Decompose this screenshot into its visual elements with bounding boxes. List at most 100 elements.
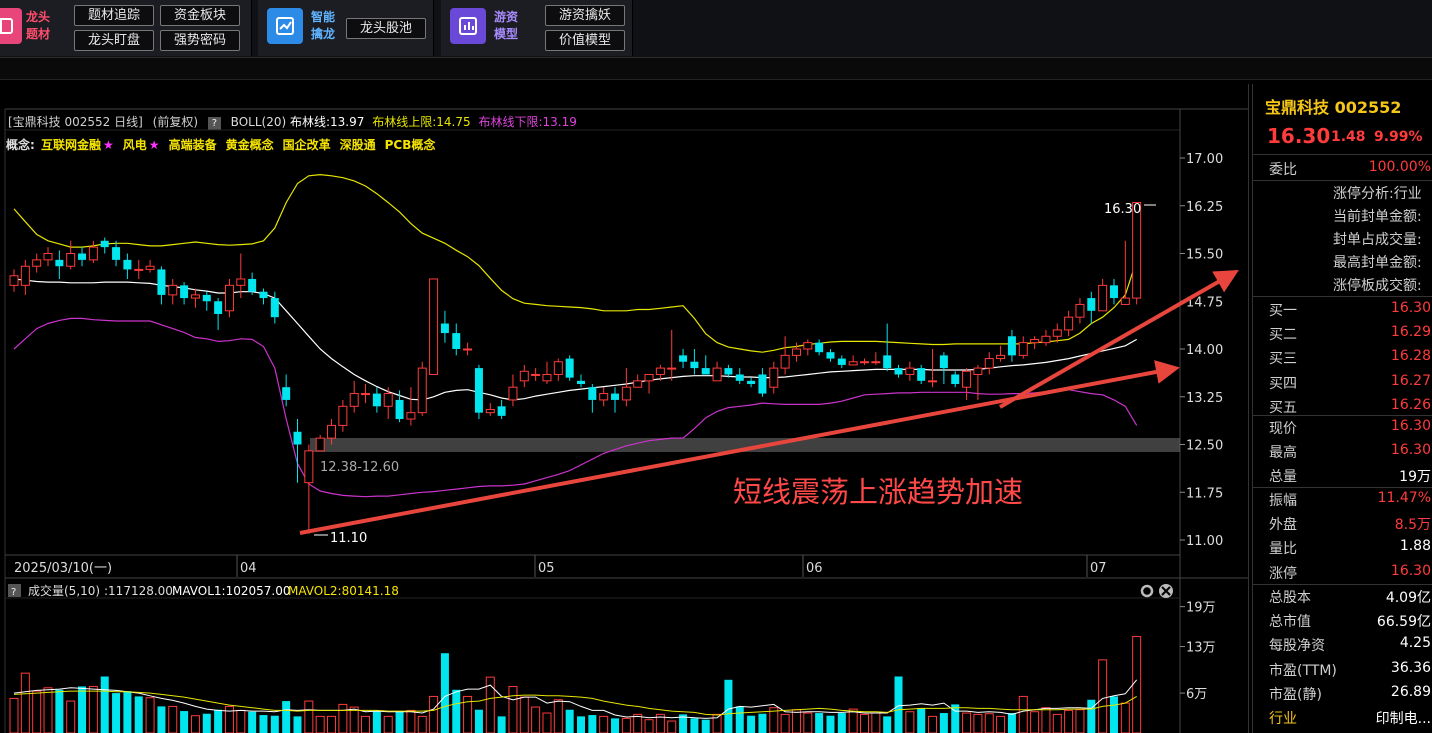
candle-body — [315, 437, 325, 452]
limit-up-analysis-item: 当前封单金额: — [1333, 209, 1422, 225]
weibi-value: 100.00% — [1368, 159, 1431, 175]
candle-body — [248, 278, 257, 292]
volume-bar — [917, 708, 926, 733]
candle-body — [962, 370, 972, 388]
volume-bar — [1098, 659, 1108, 733]
candle-body — [621, 386, 631, 401]
volume-bar — [214, 709, 223, 733]
candle-body — [791, 348, 801, 356]
quote-stat-row-label: 外盘 — [1269, 517, 1297, 534]
volume-bar — [1087, 699, 1096, 733]
candle-body — [440, 323, 449, 334]
fundamental-row: 总市值 66.59亿 — [1253, 608, 1432, 632]
volume-bar — [826, 715, 835, 733]
date-tick-label: 05 — [538, 561, 555, 576]
candle-body — [474, 368, 483, 413]
volume-bar — [860, 713, 869, 733]
volume-bar — [157, 706, 166, 733]
volume-bar — [190, 715, 200, 733]
volume-bar — [88, 685, 98, 733]
price-chart[interactable]: 17.0016.2515.5014.7514.0013.2512.5011.75… — [0, 0, 1250, 733]
bid-row-value: 16.30 — [1390, 300, 1431, 316]
volume-bar — [1132, 636, 1142, 733]
mavol1-value: MAVOL1:102057.00 — [172, 584, 291, 598]
volume-bar — [338, 703, 348, 733]
volume-bar — [112, 693, 121, 733]
candle-body — [712, 367, 722, 382]
candle-body — [905, 367, 915, 375]
volume-bar — [497, 716, 506, 733]
volume-bar — [939, 713, 948, 733]
candle-body — [224, 284, 234, 312]
bid-row: 买一 16.30 — [1253, 297, 1432, 321]
volume-bar — [259, 715, 268, 733]
candle-body — [270, 298, 279, 318]
fundamental-row-label: 总市值 — [1269, 614, 1311, 631]
candle-body — [145, 265, 155, 270]
volume-bar — [440, 653, 449, 733]
fundamental-row-label: 总股本 — [1269, 590, 1311, 606]
quote-stat-row-value: 16.30 — [1390, 562, 1431, 579]
volume-bar — [1030, 711, 1040, 733]
volume-bar — [180, 711, 189, 733]
volume-bar — [611, 718, 620, 733]
fundamental-row-value: 36.36 — [1390, 659, 1431, 676]
candle-body — [417, 367, 427, 414]
fundamental-row-label: 市盈(静) — [1269, 686, 1322, 703]
volume-bar — [883, 716, 892, 733]
candle-body — [406, 412, 416, 420]
volume-bar — [474, 709, 483, 733]
volume-bar — [236, 709, 246, 733]
candle-body — [349, 393, 359, 407]
candle-body — [168, 284, 178, 296]
volume-bar — [962, 712, 972, 733]
boll-upper-line — [13, 173, 1138, 353]
volume-value: :117128.00 — [104, 584, 173, 598]
bid-row-label: 买四 — [1269, 375, 1297, 392]
volume-bar — [747, 715, 756, 733]
candle-body — [984, 358, 994, 369]
fundamental-row: 总股本 4.09亿 — [1253, 584, 1432, 608]
volume-bar — [66, 700, 76, 733]
candle-body — [667, 367, 677, 370]
candle-body — [758, 374, 767, 394]
volume-bar — [1075, 709, 1085, 733]
volume-bar — [100, 676, 109, 733]
industry-row-value: 印制电... — [1375, 711, 1431, 727]
candle-body — [123, 259, 132, 270]
zone-range-label: 12.38-12.60 — [320, 460, 399, 475]
settings-gear-icon[interactable] — [1140, 584, 1154, 598]
volume-bar — [168, 705, 178, 733]
candle-body — [803, 342, 813, 350]
candle-body — [1087, 298, 1096, 311]
volume-bar — [565, 709, 574, 733]
candle-body — [157, 269, 166, 295]
candle-body — [553, 361, 563, 375]
candle-body — [1120, 297, 1130, 305]
quote-panel: 宝鼎科技 002552 16.30 1.48 9.99% 委比 100.00% … — [1252, 84, 1432, 733]
volume-indicator-name[interactable]: 成交量(5,10) — [28, 583, 100, 598]
fundamental-row-label: 市盈(TTM) — [1269, 662, 1337, 679]
volume-bar — [349, 706, 359, 733]
volume-bar — [690, 718, 699, 733]
limit-up-analysis-item: 涨停板成交额: — [1333, 278, 1422, 294]
quote-stat-row-value: 16.30 — [1390, 442, 1431, 459]
volume-bar — [32, 690, 42, 733]
candle-body — [43, 253, 53, 261]
candle-body — [701, 368, 710, 375]
candle-body — [508, 386, 518, 401]
price-tick-label: 16.25 — [1186, 200, 1223, 215]
candle-body — [282, 387, 291, 400]
candle-body — [815, 342, 824, 353]
candle-body — [112, 247, 121, 260]
volume-bar — [542, 712, 552, 733]
quote-stat-row-value: 16.30 — [1390, 418, 1431, 434]
candle-body — [100, 240, 109, 248]
candle-body — [66, 253, 76, 267]
volume-bar — [553, 699, 563, 733]
volume-help-glyph: ? — [11, 587, 16, 598]
limit-up-analysis-item: 涨停分析:行业 — [1333, 186, 1422, 202]
candle-body — [1052, 329, 1062, 337]
candle-body — [372, 393, 381, 407]
volume-bar — [282, 701, 291, 733]
